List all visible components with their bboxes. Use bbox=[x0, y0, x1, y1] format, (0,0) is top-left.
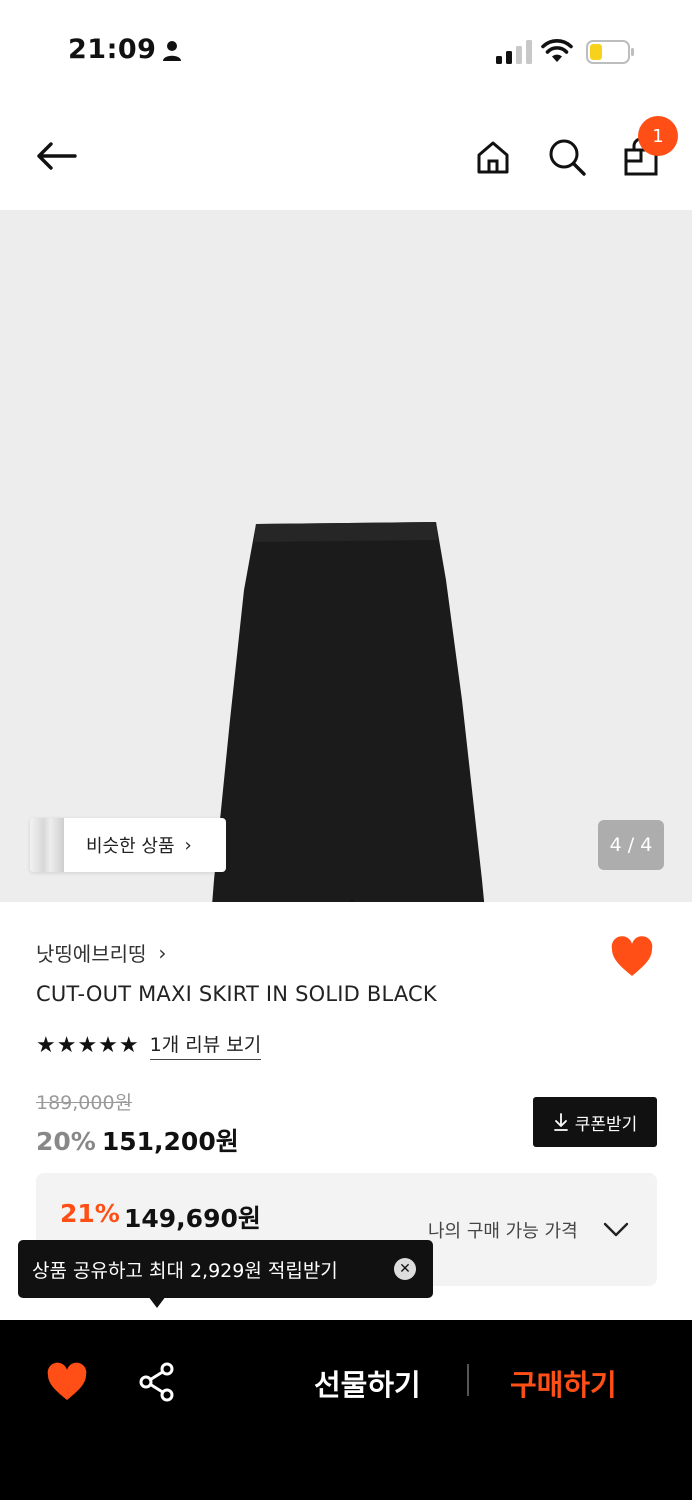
gift-button[interactable]: 선물하기 bbox=[314, 1362, 421, 1404]
original-price: 189,000원 bbox=[36, 1092, 133, 1114]
chevron-right-icon: › bbox=[158, 940, 167, 965]
battery-icon bbox=[586, 40, 634, 64]
my-price-label[interactable]: 나의 구매 가능 가격 bbox=[428, 1217, 578, 1243]
similar-products-thumbnail bbox=[30, 818, 64, 872]
my-discount-percent: 21% bbox=[60, 1199, 120, 1228]
cart-count-badge: 1 bbox=[638, 116, 678, 156]
wifi-icon bbox=[541, 39, 573, 62]
buy-button[interactable]: 구매하기 bbox=[510, 1362, 617, 1404]
image-counter: 4 / 4 bbox=[598, 820, 664, 870]
search-icon bbox=[549, 139, 586, 176]
product-photo-skirt bbox=[212, 522, 485, 902]
home-icon bbox=[477, 141, 509, 174]
rating-row: ★★★★★ 1개 리뷰 보기 bbox=[36, 1030, 262, 1060]
home-button[interactable] bbox=[470, 134, 516, 180]
chevron-right-icon: › bbox=[184, 834, 192, 856]
product-title: CUT-OUT MAXI SKIRT IN SOLID BLACK bbox=[36, 982, 437, 1006]
brand-link[interactable]: 낫띵에브리띵 › bbox=[36, 938, 166, 967]
review-link[interactable]: 1개 리뷰 보기 bbox=[149, 1030, 262, 1060]
divider bbox=[467, 1364, 469, 1396]
brand-name: 낫띵에브리띵 bbox=[36, 942, 147, 966]
my-price: 149,690원 bbox=[124, 1204, 261, 1233]
share-reward-tooltip: 상품 공유하고 최대 2,929원 적립받기 ✕ bbox=[18, 1240, 433, 1298]
coupon-download-button[interactable]: 쿠폰받기 bbox=[533, 1097, 657, 1147]
tooltip-text: 상품 공유하고 최대 2,929원 적립받기 bbox=[32, 1259, 338, 1282]
sale-price-row: 20% 151,200원 bbox=[36, 1122, 239, 1158]
tooltip-arrow bbox=[148, 1296, 166, 1308]
close-icon[interactable]: ✕ bbox=[394, 1258, 416, 1280]
star-rating: ★★★★★ bbox=[36, 1032, 140, 1058]
share-icon[interactable] bbox=[138, 1362, 176, 1402]
download-icon bbox=[553, 1113, 568, 1131]
similar-products-label: 비슷한 상품 bbox=[86, 836, 175, 857]
top-nav: 1 bbox=[0, 100, 692, 210]
status-time: 21:09 bbox=[68, 34, 157, 65]
back-arrow-icon bbox=[37, 142, 77, 170]
heart-icon[interactable] bbox=[610, 936, 654, 978]
bottom-action-bar: 선물하기 구매하기 bbox=[0, 1320, 692, 1500]
coupon-label: 쿠폰받기 bbox=[574, 1114, 638, 1135]
similar-products-button[interactable]: 비슷한 상품 › bbox=[30, 818, 226, 872]
search-button[interactable] bbox=[544, 134, 590, 180]
signal-icon bbox=[496, 40, 532, 64]
back-button[interactable] bbox=[30, 134, 82, 178]
heart-icon[interactable] bbox=[46, 1362, 88, 1402]
chevron-down-icon[interactable] bbox=[602, 1217, 630, 1241]
product-image-gallery[interactable]: 비슷한 상품 › 4 / 4 bbox=[0, 210, 692, 902]
sale-percent: 20% bbox=[36, 1127, 96, 1156]
person-icon bbox=[163, 41, 181, 61]
sale-price: 151,200원 bbox=[101, 1127, 239, 1156]
status-bar: 21:09 bbox=[0, 0, 692, 100]
